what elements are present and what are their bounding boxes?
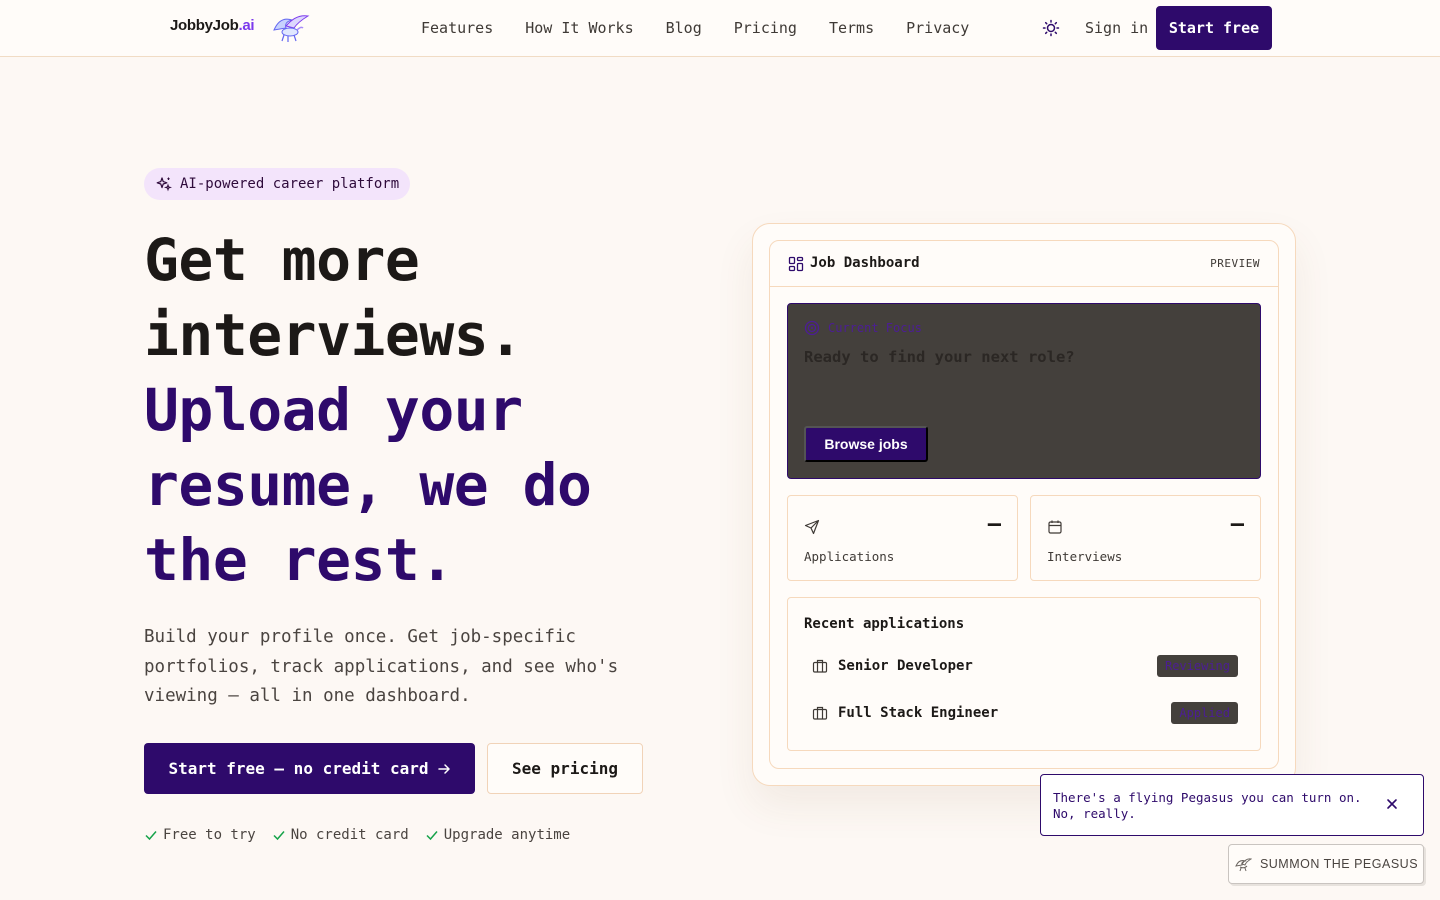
perk-label: Free to try [163, 827, 256, 843]
dashboard-title: Job Dashboard [810, 255, 920, 271]
see-pricing-button[interactable]: See pricing [487, 743, 643, 794]
briefcase-icon [812, 659, 828, 673]
nav-link-pricing[interactable]: Pricing [734, 19, 797, 37]
stat-value: – [987, 512, 1001, 537]
send-icon [804, 519, 820, 535]
nav-link-how-it-works[interactable]: How It Works [525, 19, 633, 37]
status-badge: Applied [1171, 702, 1238, 724]
start-free-cta-button[interactable]: Start free — no credit card [144, 743, 475, 794]
stat-label: Interviews [1047, 549, 1123, 564]
logo-suffix: .ai [238, 17, 255, 34]
logo[interactable]: JobbyJob.ai [170, 17, 255, 34]
cta-primary-label: Start free — no credit card [168, 759, 429, 778]
pegasus-logo-icon [273, 15, 310, 42]
current-focus-card: Current Focus Ready to find your next ro… [787, 303, 1261, 479]
nav-links: Features How It Works Blog Pricing Terms… [421, 19, 969, 37]
job-title: Senior Developer [838, 658, 973, 674]
perk-label: Upgrade anytime [443, 827, 571, 843]
badge-label: AI-powered career platform [180, 176, 400, 192]
dashboard-header: Job Dashboard PREVIEW [770, 241, 1278, 287]
hero-subtitle: Build your profile once. Get job-specifi… [144, 627, 619, 706]
nav-link-privacy[interactable]: Privacy [906, 19, 969, 37]
calendar-icon [1048, 520, 1062, 534]
job-title: Full Stack Engineer [838, 705, 999, 721]
summon-pegasus-button[interactable]: SUMMON THE PEGASUS [1228, 844, 1424, 884]
perk-item: Upgrade anytime [425, 827, 570, 843]
pegasus-toast: There's a flying Pegasus you can turn on… [1040, 774, 1424, 836]
nav-link-terms[interactable]: Terms [829, 19, 874, 37]
toast-message: There's a flying Pegasus you can turn on… [1053, 790, 1362, 821]
hero-headline: Get more interviews. Upload your resume,… [144, 223, 704, 598]
target-icon [804, 320, 820, 336]
top-nav: JobbyJob.ai Features How It Works Blog P… [0, 0, 1440, 57]
headline-line-1: Get more interviews. [144, 226, 523, 369]
start-free-button[interactable]: Start free [1156, 6, 1272, 50]
arrow-right-icon [437, 763, 450, 774]
stat-value: – [1230, 512, 1244, 537]
list-item[interactable]: Senior Developer Reviewing [812, 654, 1238, 678]
perk-item: Free to try [144, 827, 256, 843]
briefcase-icon [812, 706, 828, 720]
stat-card-applications: – Applications [787, 495, 1018, 581]
preview-label: PREVIEW [1210, 257, 1260, 270]
recent-applications-card: Recent applications Senior Developer Rev… [787, 597, 1261, 751]
focus-text: Ready to find your next role? [804, 348, 1075, 366]
sun-icon[interactable] [1041, 18, 1061, 38]
pegasus-icon [1235, 858, 1252, 872]
nav-link-blog[interactable]: Blog [666, 19, 702, 37]
check-icon [273, 831, 285, 841]
recent-title: Recent applications [804, 616, 965, 632]
logo-text: JobbyJob [170, 17, 239, 34]
stat-label: Applications [804, 549, 895, 564]
perk-label: No credit card [290, 827, 409, 843]
headline-line-2: Upload your resume, we do the rest. [144, 376, 592, 594]
signin-link[interactable]: Sign in [1085, 19, 1148, 37]
perk-item: No credit card [272, 827, 409, 843]
perks-list: Free to try No credit card Upgrade anyti… [144, 827, 570, 843]
platform-badge: AI-powered career platform [144, 168, 410, 200]
focus-label-text: Current Focus [828, 321, 922, 335]
check-icon [426, 831, 438, 841]
close-icon[interactable] [1385, 797, 1399, 811]
sparkles-icon [156, 177, 172, 192]
stat-card-interviews: – Interviews [1030, 495, 1261, 581]
focus-label: Current Focus [804, 320, 922, 336]
browse-jobs-button[interactable]: Browse jobs [804, 426, 928, 462]
summon-label: SUMMON THE PEGASUS [1259, 857, 1419, 871]
nav-link-features[interactable]: Features [421, 19, 493, 37]
layout-grid-icon [788, 256, 804, 272]
status-badge: Reviewing [1156, 655, 1238, 677]
list-item[interactable]: Full Stack Engineer Applied [812, 701, 1238, 725]
check-icon [145, 831, 157, 841]
